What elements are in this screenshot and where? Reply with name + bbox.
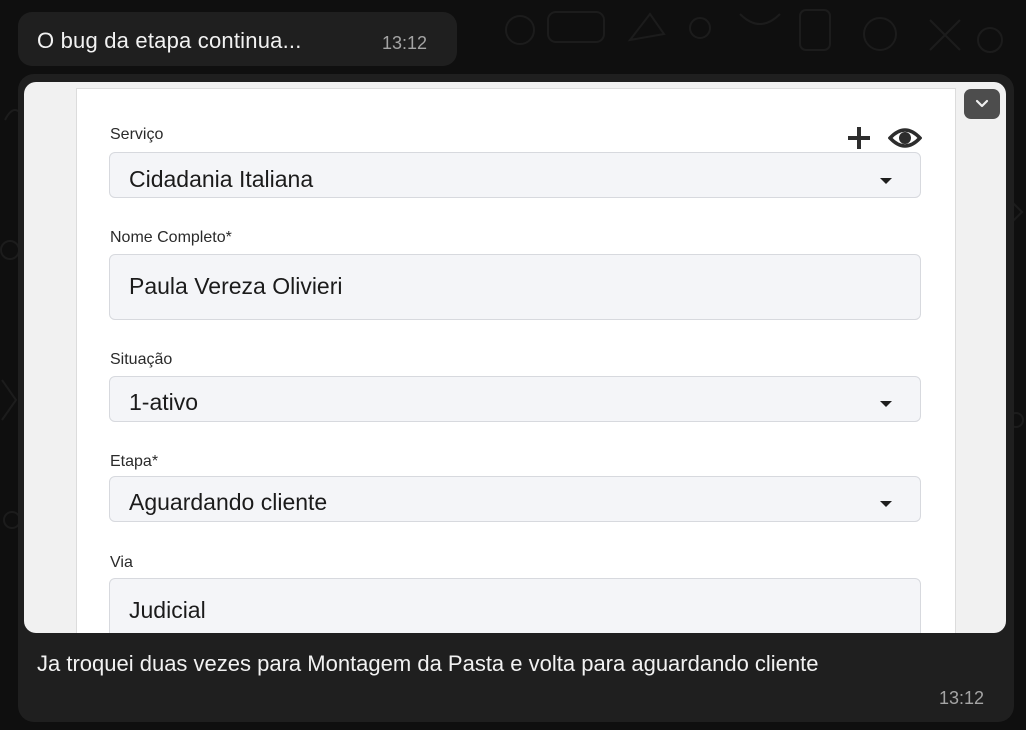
dropdown-caret-icon xyxy=(880,178,892,184)
message-bubble-incoming[interactable]: O bug da etapa continua... 13:12 xyxy=(18,12,457,66)
etapa-select: Aguardando cliente xyxy=(109,476,921,522)
via-input: Judicial xyxy=(109,578,921,633)
servico-select: Cidadania Italiana xyxy=(109,152,921,198)
situacao-select: 1-ativo xyxy=(109,376,921,422)
message-caption: Ja troquei duas vezes para Montagem da P… xyxy=(37,651,819,676)
situacao-label: Situação xyxy=(110,351,173,368)
form-screenshot: Serviço Cidadania Italiana Nome Completo… xyxy=(76,88,956,633)
message-timestamp: 13:12 xyxy=(382,33,428,53)
message-menu-button[interactable] xyxy=(964,89,1000,119)
nome-label: Nome Completo* xyxy=(110,229,232,246)
etapa-label: Etapa* xyxy=(110,453,159,470)
eye-icon xyxy=(887,125,923,151)
situacao-value: 1-ativo xyxy=(129,389,199,415)
attached-screenshot[interactable]: Serviço Cidadania Italiana Nome Completo… xyxy=(24,82,1006,633)
servico-label: Serviço xyxy=(110,126,164,143)
etapa-value: Aguardando cliente xyxy=(129,489,328,515)
chevron-down-icon xyxy=(975,99,989,108)
plus-icon xyxy=(847,126,871,150)
servico-value: Cidadania Italiana xyxy=(129,166,314,192)
nome-value: Paula Vereza Olivieri xyxy=(129,273,343,299)
dropdown-caret-icon xyxy=(880,501,892,507)
via-value: Judicial xyxy=(129,597,206,623)
message-text: O bug da etapa continua... xyxy=(37,28,302,53)
message-timestamp: 13:12 xyxy=(939,688,985,708)
via-label: Via xyxy=(110,554,133,571)
nome-input: Paula Vereza Olivieri xyxy=(109,254,921,320)
dropdown-caret-icon xyxy=(880,401,892,407)
